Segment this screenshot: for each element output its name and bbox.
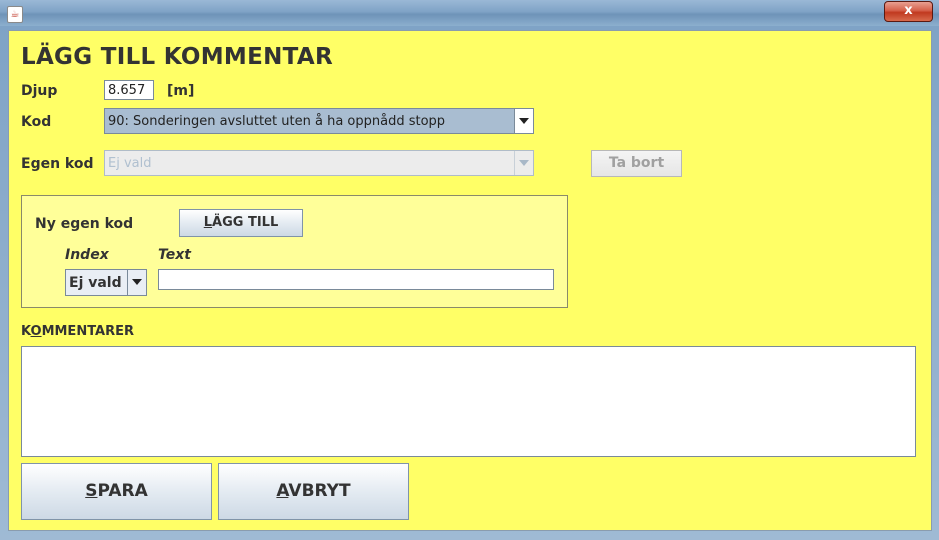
- dialog-content: LÄGG TILL KOMMENTAR Djup 8.657 [m] Kod 9…: [8, 30, 932, 531]
- mnemonic-char: S: [85, 481, 98, 501]
- kommentarer-textarea[interactable]: [21, 346, 916, 457]
- kod-select[interactable]: 90: Sonderingen avsluttet uten å ha oppn…: [104, 108, 534, 134]
- ta-bort-button[interactable]: Ta bort: [591, 150, 682, 177]
- index-label: Index: [65, 247, 109, 263]
- chevron-down-icon[interactable]: [127, 270, 146, 295]
- kommentarer-label-k: K: [21, 324, 31, 339]
- egen-kod-select[interactable]: Ej vald: [104, 150, 534, 176]
- lagg-till-button[interactable]: LÄGG TILL: [179, 209, 303, 237]
- chevron-down-icon: [514, 151, 533, 175]
- egen-kod-label: Egen kod: [21, 156, 94, 172]
- index-select-value: Ej vald: [69, 275, 122, 291]
- kommentarer-label-rest: MMENTARER: [41, 324, 135, 339]
- avbryt-button[interactable]: AVBRYT: [218, 463, 409, 520]
- djup-input[interactable]: 8.657: [104, 80, 154, 100]
- djup-label: Djup: [21, 83, 58, 99]
- avbryt-label: VBRYT: [288, 481, 351, 501]
- mnemonic-char: A: [276, 481, 289, 501]
- lagg-till-label: ÄGG TILL: [212, 215, 279, 230]
- index-select[interactable]: Ej vald: [65, 269, 147, 296]
- chevron-down-icon[interactable]: [514, 109, 533, 133]
- kod-label: Kod: [21, 114, 52, 130]
- page-title: LÄGG TILL KOMMENTAR: [21, 44, 333, 70]
- spara-button[interactable]: SPARA: [21, 463, 212, 520]
- djup-unit: [m]: [167, 83, 195, 99]
- close-button[interactable]: x: [884, 1, 933, 22]
- kod-select-value: 90: Sonderingen avsluttet uten å ha oppn…: [108, 114, 446, 129]
- spara-label: PARA: [97, 481, 148, 501]
- ny-egen-kod-label: Ny egen kod: [35, 216, 134, 232]
- java-app-icon: ☕: [7, 6, 23, 23]
- text-input[interactable]: [158, 269, 554, 290]
- text-label: Text: [158, 247, 191, 263]
- title-bar: ☕ x: [0, 0, 939, 26]
- egen-kod-select-value: Ej vald: [108, 156, 152, 171]
- kommentarer-label: KOMMENTARER: [21, 324, 134, 339]
- mnemonic-char: O: [30, 324, 42, 339]
- mnemonic-char: L: [203, 215, 213, 230]
- ny-egen-kod-panel: Ny egen kod LÄGG TILL Index Text Ej vald: [21, 195, 568, 308]
